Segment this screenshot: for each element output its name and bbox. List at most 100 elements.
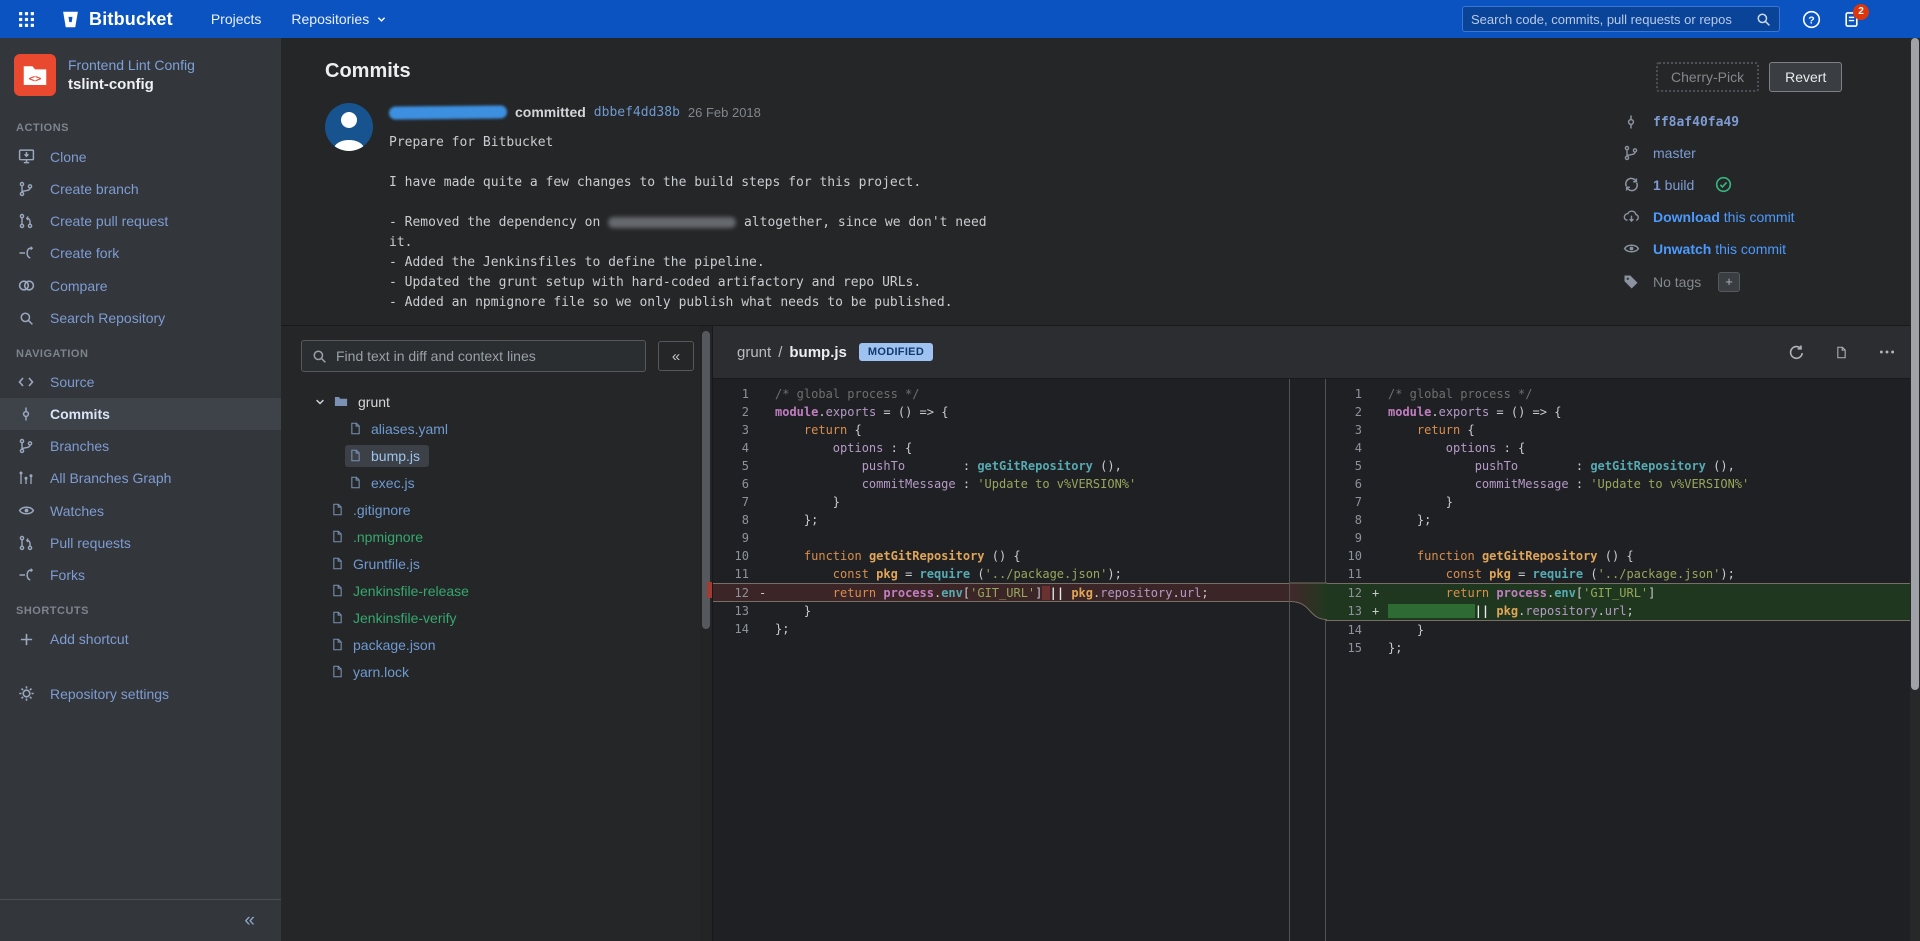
line-number: 13 [1326,602,1372,620]
tree-item-gitignore[interactable]: .gitignore [301,496,694,523]
sidebar-item-compare[interactable]: Compare [0,269,281,302]
code-content: function getGitRepository () { [1388,547,1920,565]
sidebar-item-label: Create pull request [50,213,168,229]
tree-chevron-icon[interactable] [311,396,329,408]
nav-projects[interactable]: Projects [211,11,262,27]
tree-collapse-button[interactable]: « [658,341,694,371]
sidebar-item-add-shortcut[interactable]: Add shortcut [0,623,281,655]
repo-avatar[interactable]: <> [14,54,56,96]
tree-item-label: aliases.yaml [371,421,448,437]
tree-item-label: exec.js [371,475,415,491]
refresh-icon[interactable] [1788,344,1805,361]
tree-item-label: .npmignore [353,529,423,545]
cherry-pick-button[interactable]: Cherry-Pick [1656,62,1759,92]
sidebar-item-label: Commits [50,406,110,422]
line-number: 10 [713,547,759,565]
change-marker [1372,565,1388,583]
sidebar-item-clone[interactable]: Clone [0,140,281,173]
tree-item-aliases-yaml[interactable]: aliases.yaml [301,415,694,442]
commit-meta-link[interactable]: 1 build [1653,177,1694,193]
tree-item-npmignore[interactable]: .npmignore [301,523,694,550]
diff-search-input[interactable] [336,348,635,364]
notification-badge: 2 [1853,4,1869,20]
code-content: commitMessage : 'Update to v%VERSION%' [775,475,1289,493]
code-content: }; [1388,511,1920,529]
breadcrumb-dir[interactable]: grunt [737,344,771,361]
sidebar-item-pull-requests[interactable]: Pull requests [0,527,281,559]
code-content: return process.env['GIT_URL'] || pkg.rep… [775,584,1289,601]
bitbucket-logo[interactable]: Bitbucket [61,9,173,30]
diff-search[interactable] [301,340,646,372]
tree-item-yarn-lock[interactable]: yarn.lock [301,658,694,685]
line-number: 6 [1326,475,1372,493]
app-switcher-icon[interactable] [14,7,39,32]
more-options-icon[interactable] [1878,343,1896,361]
sidebar-collapse-button[interactable]: « [244,910,255,932]
commit-meta-link[interactable]: Unwatch this commit [1653,241,1786,257]
tree-item-label: bump.js [371,448,420,464]
sidebar-item-create-pull-request[interactable]: Create pull request [0,205,281,237]
tree-item-package-json[interactable]: package.json [301,631,694,658]
code-content: module.exports = () => { [775,403,1289,421]
commit-hash-link[interactable]: dbbef4dd38b [594,105,680,120]
view-file-icon[interactable] [1835,345,1848,360]
sidebar-item-all-branches-graph[interactable]: All Branches Graph [0,462,281,494]
change-marker [1372,403,1388,421]
commit-message-line [389,193,987,213]
tree-item-gruntfile-js[interactable]: Gruntfile.js [301,550,694,577]
tree-item-exec-js[interactable]: exec.js [301,469,694,496]
commit-meta-link[interactable]: Download this commit [1653,209,1795,225]
tree-item-box: yarn.lock [327,661,418,683]
code-content: /* global process */ [1388,385,1920,403]
tree-item-grunt[interactable]: grunt [301,388,694,415]
change-marker [759,385,775,403]
project-link[interactable]: Frontend Lint Config [68,57,195,73]
sidebar-item-branches[interactable]: Branches [0,430,281,462]
code-content: options : { [1388,439,1920,457]
sidebar-section-label: NAVIGATION [0,334,281,366]
global-search[interactable] [1462,6,1780,32]
tree-scrollbar [700,326,712,941]
diff-body: 1/* global process */2module.exports = (… [713,379,1920,941]
commit-message-line: - Updated the grunt setup with hard-code… [389,273,987,293]
page-scrollbar-thumb[interactable] [1911,38,1919,690]
sidebar-item-create-fork[interactable]: Create fork [0,237,281,269]
diff-line-old-2: 2module.exports = () => { [713,403,1289,421]
global-search-input[interactable] [1471,12,1748,27]
code-content: const pkg = require ('../package.json'); [1388,565,1920,583]
nav-repositories[interactable]: Repositories [291,11,387,27]
sidebar-item-source[interactable]: Source [0,366,281,398]
tree-item-box: grunt [329,391,399,413]
commit-message-line: I have made quite a few changes to the b… [389,173,987,193]
commit-meta-link[interactable]: master [1653,145,1696,161]
compare-icon [16,277,36,294]
repo-header: <> Frontend Lint Config tslint-config [0,50,281,108]
tree-item-label: Jenkinsfile-release [353,583,469,599]
change-marker [759,529,775,547]
chevron-down-icon [376,14,387,25]
change-marker [1372,493,1388,511]
revert-button[interactable]: Revert [1769,62,1842,92]
diff-connector-gutter [1289,379,1326,941]
tasks-icon[interactable]: 2 [1843,11,1860,28]
tree-item-bump-js[interactable]: bump.js [301,442,694,469]
sidebar-item-commits[interactable]: Commits [0,398,281,430]
sidebar-item-watches[interactable]: Watches [0,494,281,527]
sidebar-item-search-repository[interactable]: Search Repository [0,302,281,334]
add-tag-button[interactable]: + [1718,272,1740,292]
sidebar-item-forks[interactable]: Forks [0,559,281,591]
sidebar-section-label: ACTIONS [0,108,281,140]
change-marker [759,511,775,529]
tree-item-jenkinsfile-release[interactable]: Jenkinsfile-release [301,577,694,604]
help-icon[interactable]: ? [1802,10,1821,29]
sidebar-item-create-branch[interactable]: Create branch [0,173,281,205]
tree-item-jenkinsfile-verify[interactable]: Jenkinsfile-verify [301,604,694,631]
line-number: 3 [713,421,759,439]
commit-meta-link[interactable]: No tags [1653,274,1701,290]
commit-meta-link[interactable]: ff8af40fa49 [1653,115,1739,130]
line-number: 7 [1326,493,1372,511]
file-icon [331,637,344,652]
sidebar-item-repository-settings[interactable]: Repository settings [0,677,281,710]
code-content: } [775,602,1289,620]
diff-section: « grunt aliases.yaml bump.js exec.js .gitign… [281,325,1920,941]
